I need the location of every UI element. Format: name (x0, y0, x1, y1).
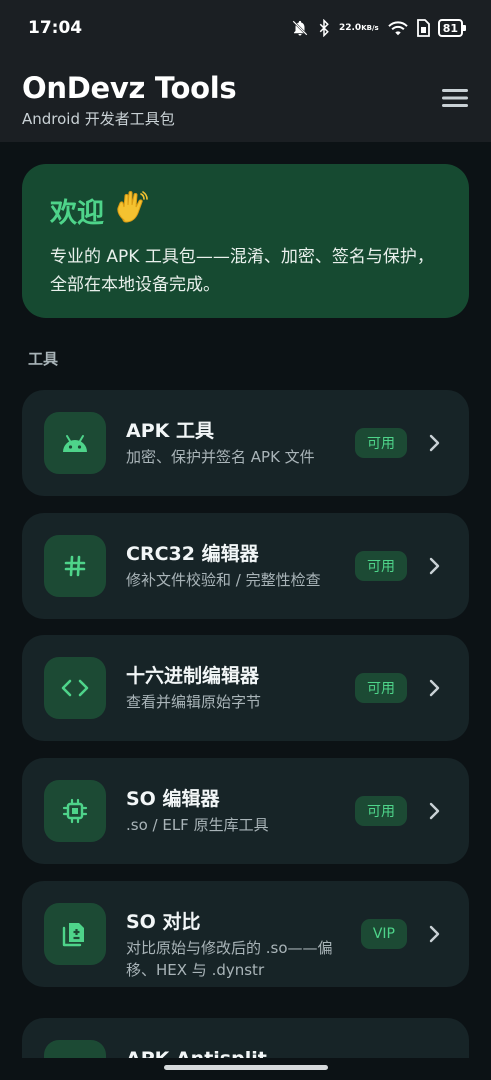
tool-icon-box (44, 535, 106, 597)
wifi-icon (387, 19, 409, 37)
tool-name: SO 对比 (126, 911, 201, 933)
app-subtitle: Android 开发者工具包 (22, 110, 175, 128)
welcome-title-row: 欢迎 (50, 190, 441, 231)
app-bar: OnDevz Tools Android 开发者工具包 (0, 58, 491, 142)
status-badge: 可用 (355, 551, 407, 581)
tool-desc: .so / ELF 原生库工具 (126, 816, 269, 834)
hash-icon (64, 555, 86, 577)
sim-icon (416, 19, 430, 37)
tool-text: 十六进制编辑器 查看并编辑原始字节 (126, 663, 356, 713)
status-badge: 可用 (355, 673, 407, 703)
tool-desc: 加密、保护并签名 APK 文件 (126, 448, 315, 466)
tool-desc: 查看并编辑原始字节 (126, 693, 262, 711)
tool-name: SO 编辑器 (126, 788, 220, 810)
welcome-card: 欢迎 专业的 APK 工具包——混淆、加密、签名与保护，全部在本地设备完成。 (22, 164, 469, 318)
tool-card-so-editor[interactable]: SO 编辑器 .so / ELF 原生库工具 可用 (22, 758, 469, 864)
status-icons: 22.0 KB/s 81 (291, 16, 467, 40)
status-bar: 17:04 22.0 KB/s 81 (0, 0, 491, 58)
tool-desc: 修补文件校验和 / 完整性检查 (126, 571, 321, 589)
menu-icon (442, 89, 468, 107)
waving-hand-icon (114, 190, 148, 231)
network-speed: 22.0 KB/s (338, 22, 379, 33)
dnd-off-icon (291, 19, 309, 37)
tool-text: SO 编辑器 .so / ELF 原生库工具 (126, 786, 356, 836)
tool-card-so-compare[interactable]: SO 对比 对比原始与修改后的 .so——偏移、HEX 与 .dynstr VI… (22, 881, 469, 987)
tool-name: 十六进制编辑器 (126, 665, 260, 687)
speed-unit: KB/s (361, 23, 379, 32)
tool-card-apk-tools[interactable]: APK 工具 加密、保护并签名 APK 文件 可用 (22, 390, 469, 496)
chevron-right-icon (423, 923, 445, 945)
section-label-tools: 工具 (28, 350, 59, 368)
tool-text: CRC32 编辑器 修补文件校验和 / 完整性检查 (126, 541, 356, 591)
tool-text: APK 工具 加密、保护并签名 APK 文件 (126, 418, 356, 468)
tool-icon-box (44, 903, 106, 965)
tool-icon-box (44, 780, 106, 842)
speed-value: 22.0 (338, 22, 362, 33)
code-icon (61, 679, 89, 697)
vip-badge: VIP (360, 919, 407, 949)
app-title: OnDevz Tools (22, 71, 237, 105)
tool-name: CRC32 编辑器 (126, 543, 259, 565)
tool-desc: 对比原始与修改后的 .so——偏移、HEX 与 .dynstr (126, 939, 333, 979)
android-icon (63, 435, 87, 452)
tool-icon-box (44, 657, 106, 719)
welcome-text: 专业的 APK 工具包——混淆、加密、签名与保护，全部在本地设备完成。 (50, 247, 434, 295)
compare-doc-icon (62, 923, 84, 947)
chevron-right-icon (423, 677, 445, 699)
status-time: 17:04 (28, 18, 83, 38)
gesture-handle[interactable] (164, 1065, 328, 1070)
chip-icon (62, 798, 88, 824)
chevron-right-icon (423, 432, 445, 454)
welcome-title: 欢迎 (50, 198, 104, 229)
tool-text: SO 对比 对比原始与修改后的 .so——偏移、HEX 与 .dynstr (126, 909, 356, 981)
chevron-right-icon (423, 800, 445, 822)
status-badge: 可用 (355, 428, 407, 458)
tool-card-hex-editor[interactable]: 十六进制编辑器 查看并编辑原始字节 可用 (22, 635, 469, 741)
status-badge: 可用 (355, 796, 407, 826)
tool-card-crc32-editor[interactable]: CRC32 编辑器 修补文件校验和 / 完整性检查 可用 (22, 513, 469, 619)
chevron-right-icon (423, 555, 445, 577)
bluetooth-icon (317, 19, 331, 37)
battery-level: 81 (442, 21, 458, 35)
menu-button[interactable] (437, 80, 473, 116)
battery-icon: 81 (437, 19, 467, 37)
tool-icon-box (44, 412, 106, 474)
tool-name: APK 工具 (126, 420, 214, 442)
screen: 17:04 22.0 KB/s 81 OnDevz Tools Android … (0, 0, 491, 1080)
